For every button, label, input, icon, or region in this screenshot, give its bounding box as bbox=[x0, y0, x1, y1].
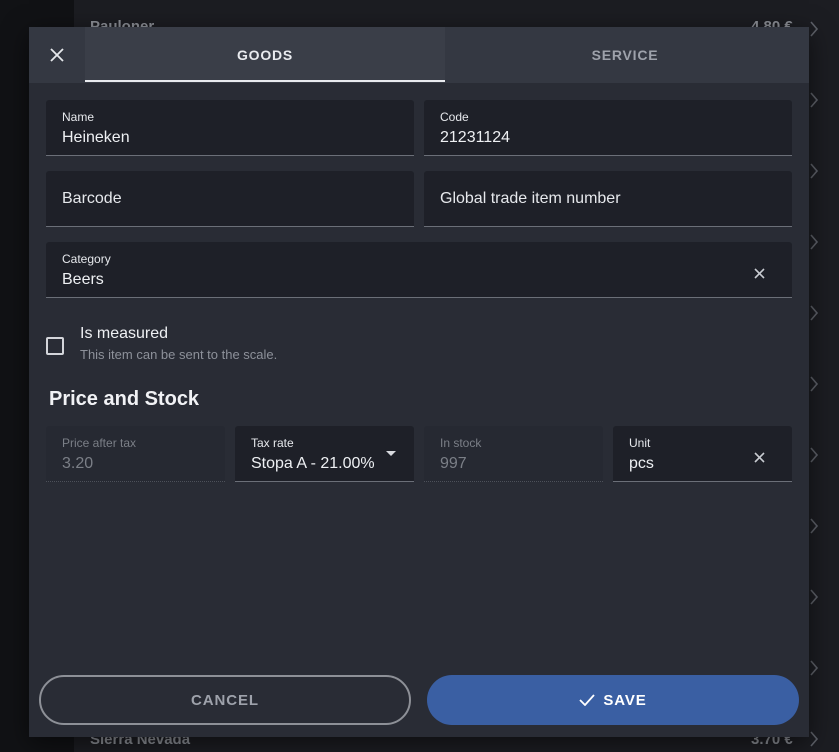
code-field[interactable]: Code 21231124 bbox=[424, 100, 792, 156]
category-clear-button[interactable] bbox=[751, 265, 767, 281]
category-field[interactable]: Category Beers bbox=[46, 242, 792, 298]
check-icon bbox=[579, 694, 595, 706]
barcode-field[interactable]: Barcode bbox=[46, 171, 414, 227]
unit-field[interactable]: Unit pcs bbox=[613, 426, 792, 482]
tab-service[interactable]: SERVICE bbox=[445, 27, 805, 83]
save-button[interactable]: SAVE bbox=[427, 675, 799, 725]
close-button[interactable] bbox=[43, 41, 71, 69]
tax-rate-select[interactable]: Tax rate Stopa A - 21.00% bbox=[235, 426, 414, 482]
price-after-tax-field: Price after tax 3.20 bbox=[46, 426, 225, 482]
category-label: Category bbox=[62, 252, 111, 266]
unit-value: pcs bbox=[629, 455, 654, 472]
gtin-field[interactable]: Global trade item number bbox=[424, 171, 792, 227]
name-value: Heineken bbox=[62, 129, 130, 146]
price-stock-heading: Price and Stock bbox=[49, 388, 200, 410]
name-field[interactable]: Name Heineken bbox=[46, 100, 414, 156]
price-after-tax-value: 3.20 bbox=[62, 455, 94, 472]
dropdown-arrow-icon bbox=[386, 451, 396, 456]
gtin-placeholder: Global trade item number bbox=[440, 190, 621, 207]
code-label: Code bbox=[440, 110, 469, 124]
cancel-button-label: CANCEL bbox=[191, 691, 259, 709]
in-stock-value: 997 bbox=[440, 455, 467, 472]
price-after-tax-label: Price after tax bbox=[62, 436, 137, 450]
clear-icon bbox=[753, 267, 765, 279]
unit-label: Unit bbox=[629, 436, 651, 450]
save-button-label: SAVE bbox=[603, 691, 647, 709]
in-stock-label: In stock bbox=[440, 436, 482, 450]
close-icon bbox=[50, 48, 64, 62]
tax-rate-value: Stopa A - 21.00% bbox=[251, 455, 375, 472]
cancel-button[interactable]: CANCEL bbox=[39, 675, 411, 725]
tax-rate-label: Tax rate bbox=[251, 436, 294, 450]
category-value: Beers bbox=[62, 271, 104, 288]
in-stock-field: In stock 997 bbox=[424, 426, 603, 482]
is-measured-hint: This item can be sent to the scale. bbox=[80, 347, 278, 362]
product-dialog: GOODS SERVICE Name Heineken Code 2123112… bbox=[29, 27, 809, 737]
unit-clear-button[interactable] bbox=[751, 449, 767, 465]
name-label: Name bbox=[62, 110, 95, 124]
is-measured-label: Is measured bbox=[80, 325, 169, 342]
barcode-placeholder: Barcode bbox=[62, 190, 122, 207]
tab-bar: GOODS SERVICE bbox=[29, 27, 809, 83]
is-measured-checkbox[interactable] bbox=[46, 337, 64, 355]
clear-icon bbox=[753, 451, 765, 463]
active-tab-indicator bbox=[85, 80, 445, 82]
code-value: 21231124 bbox=[440, 129, 510, 146]
tab-goods[interactable]: GOODS bbox=[85, 27, 445, 83]
